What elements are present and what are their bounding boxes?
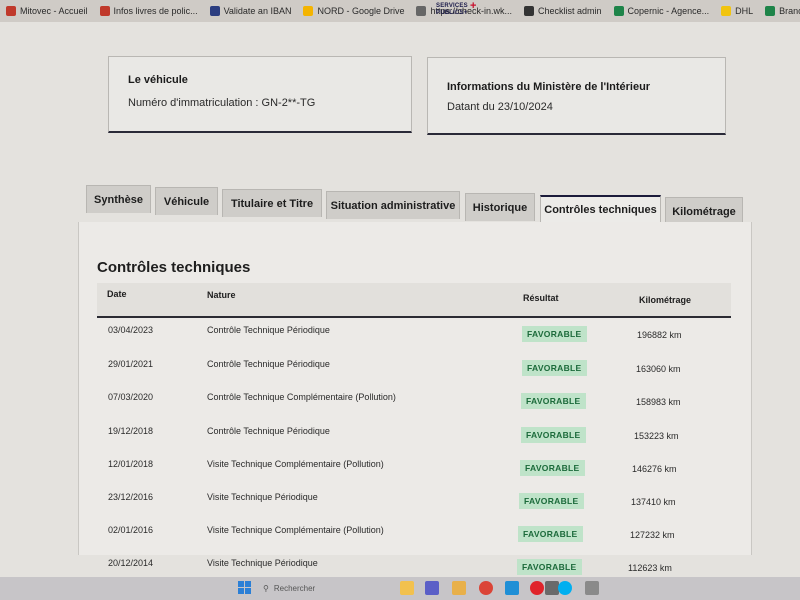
tab-synthese[interactable]: Synthèse bbox=[86, 185, 151, 213]
bookmark-favicon-icon bbox=[721, 6, 732, 16]
header-date: Date bbox=[107, 289, 127, 299]
mail-icon[interactable] bbox=[545, 581, 559, 595]
bookmark-item[interactable]: Mitovec - Accueil bbox=[0, 6, 94, 16]
cell-mileage: 153223 km bbox=[634, 431, 679, 441]
app-icon[interactable] bbox=[585, 581, 599, 595]
chrome-icon[interactable] bbox=[479, 581, 493, 595]
status-badge: FAVORABLE bbox=[517, 559, 582, 575]
vehicle-card-title: Le véhicule bbox=[128, 74, 188, 86]
table-row: 12/01/2018 Visite Technique Complémentair… bbox=[97, 455, 731, 488]
cell-date: 19/12/2018 bbox=[108, 426, 154, 436]
tab-vehicule[interactable]: Véhicule bbox=[155, 187, 218, 215]
table-row: 19/12/2018 Contrôle Technique Périodique F… bbox=[97, 422, 731, 455]
tab-controles-techniques[interactable]: Contrôles techniques bbox=[540, 195, 661, 223]
table-header: Date Nature Résultat Kilométrage bbox=[97, 283, 731, 318]
bookmark-label: Mitovec - Accueil bbox=[20, 6, 88, 16]
bookmark-label: Checklist admin bbox=[538, 6, 602, 16]
status-badge: FAVORABLE bbox=[521, 393, 586, 409]
cell-date: 12/01/2018 bbox=[108, 459, 154, 469]
cell-nature: Visite Technique Périodique bbox=[207, 492, 318, 502]
bookmark-label: Infos livres de polic... bbox=[113, 6, 198, 16]
edge-icon[interactable] bbox=[505, 581, 519, 595]
bookmark-favicon-icon bbox=[99, 6, 110, 16]
bookmarks-bar: Mitovec - Accueil Infos livres de polic..… bbox=[0, 0, 800, 22]
bookmark-label: Branch calendar - ... bbox=[779, 6, 800, 16]
tab-kilometrage[interactable]: Kilométrage bbox=[665, 197, 743, 225]
header-nature: Nature bbox=[207, 290, 236, 300]
tab-titulaire-et-titre[interactable]: Titulaire et Titre bbox=[222, 189, 322, 217]
bookmark-label: DHL bbox=[735, 6, 754, 16]
bookmark-favicon-icon bbox=[303, 6, 314, 16]
cell-date: 03/04/2023 bbox=[108, 325, 154, 335]
cell-date: 29/01/2021 bbox=[108, 359, 154, 369]
taskbar-search[interactable]: ⚲ Rechercher bbox=[263, 580, 383, 597]
cell-nature: Contrôle Technique Périodique bbox=[207, 325, 330, 335]
status-badge: FAVORABLE bbox=[521, 427, 586, 443]
bookmark-favicon-icon bbox=[416, 6, 427, 16]
taskbar: ⚲ Rechercher bbox=[0, 577, 800, 600]
cell-mileage: 163060 km bbox=[636, 364, 681, 374]
teams-icon[interactable] bbox=[425, 581, 439, 595]
cell-mileage: 196882 km bbox=[637, 330, 682, 340]
ministry-info-title: Informations du Ministère de l'Intérieur bbox=[447, 81, 651, 93]
cell-date: 20/12/2014 bbox=[108, 558, 154, 568]
opera-icon[interactable] bbox=[530, 581, 544, 595]
bookmark-item[interactable]: Checklist admin bbox=[518, 6, 608, 16]
cell-mileage: 146276 km bbox=[632, 464, 677, 474]
skype-icon[interactable] bbox=[558, 581, 572, 595]
cell-nature: Contrôle Technique Complémentaire (Pollu… bbox=[207, 392, 396, 402]
cell-mileage: 158983 km bbox=[636, 397, 681, 407]
cell-nature: Visite Technique Complémentaire (Polluti… bbox=[207, 525, 384, 535]
registration-number: Numéro d'immatriculation : GN-2**-TG bbox=[128, 97, 316, 109]
cell-nature: Contrôle Technique Périodique bbox=[207, 426, 330, 436]
bookmark-favicon-icon bbox=[613, 6, 624, 16]
bookmark-item[interactable]: Infos livres de polic... bbox=[94, 6, 204, 16]
status-badge: FAVORABLE bbox=[522, 326, 587, 342]
file-explorer-icon[interactable] bbox=[400, 581, 414, 595]
status-badge: FAVORABLE bbox=[522, 360, 587, 376]
table-row: 07/03/2020 Contrôle Technique Complémenta… bbox=[97, 388, 731, 421]
table-row: 29/01/2021 Contrôle Technique Périodique F… bbox=[97, 355, 731, 388]
bookmark-label: NORD - Google Drive bbox=[317, 6, 405, 16]
status-badge: FAVORABLE bbox=[519, 493, 584, 509]
tab-historique[interactable]: Historique bbox=[465, 193, 535, 221]
cell-nature: Contrôle Technique Périodique bbox=[207, 359, 330, 369]
bookmark-label: Copernic - Agence... bbox=[627, 6, 710, 16]
bookmark-item[interactable]: NORD - Google Drive bbox=[297, 6, 410, 16]
bookmark-favicon-icon bbox=[765, 6, 776, 16]
ministry-info-date: Datant du 23/10/2024 bbox=[447, 101, 553, 113]
vehicle-card: Le véhicule Numéro d'immatriculation : G… bbox=[108, 56, 412, 133]
section-title: Contrôles techniques bbox=[97, 259, 251, 276]
bookmark-favicon-icon bbox=[524, 6, 535, 16]
cell-mileage: 112623 km bbox=[628, 563, 672, 573]
cell-mileage: 137410 km bbox=[631, 497, 676, 507]
status-badge: FAVORABLE bbox=[518, 526, 583, 542]
bookmark-item[interactable]: DHL bbox=[715, 6, 759, 16]
bookmark-favicon-icon bbox=[6, 6, 16, 16]
ministry-info-card: Informations du Ministère de l'Intérieur… bbox=[427, 57, 726, 135]
tab-situation-administrative[interactable]: Situation administrative bbox=[326, 191, 460, 219]
cell-date: 02/01/2016 bbox=[108, 525, 154, 535]
search-placeholder: Rechercher bbox=[273, 584, 316, 593]
header-result: Résultat bbox=[523, 293, 559, 303]
table-row: 23/12/2016 Visite Technique Périodique FAV… bbox=[97, 488, 731, 521]
header-mileage: Kilométrage bbox=[639, 295, 692, 305]
cell-date: 23/12/2016 bbox=[108, 492, 154, 502]
cell-nature: Visite Technique Complémentaire (Polluti… bbox=[207, 459, 384, 469]
bookmark-item[interactable]: Copernic - Agence... bbox=[608, 6, 716, 16]
bookmark-favicon-icon bbox=[209, 6, 220, 16]
table-row: 02/01/2016 Visite Technique Complémentair… bbox=[97, 521, 731, 554]
bookmark-label: Validate an IBAN bbox=[223, 6, 292, 16]
folder-icon[interactable] bbox=[452, 581, 466, 595]
windows-start-icon[interactable] bbox=[238, 581, 252, 595]
services-publics-logo: SERVICES PUBLICS+ + bbox=[436, 0, 477, 17]
cell-nature: Visite Technique Périodique bbox=[207, 558, 318, 568]
table-row: 03/04/2023 Contrôle Technique Périodique F… bbox=[97, 321, 731, 354]
cell-mileage: 127232 km bbox=[630, 530, 675, 540]
bookmark-item[interactable]: Branch calendar - ... bbox=[759, 6, 800, 16]
search-icon: ⚲ bbox=[263, 584, 269, 593]
cell-date: 07/03/2020 bbox=[108, 392, 154, 402]
bookmark-item[interactable]: Validate an IBAN bbox=[204, 6, 298, 16]
status-badge: FAVORABLE bbox=[520, 460, 585, 476]
